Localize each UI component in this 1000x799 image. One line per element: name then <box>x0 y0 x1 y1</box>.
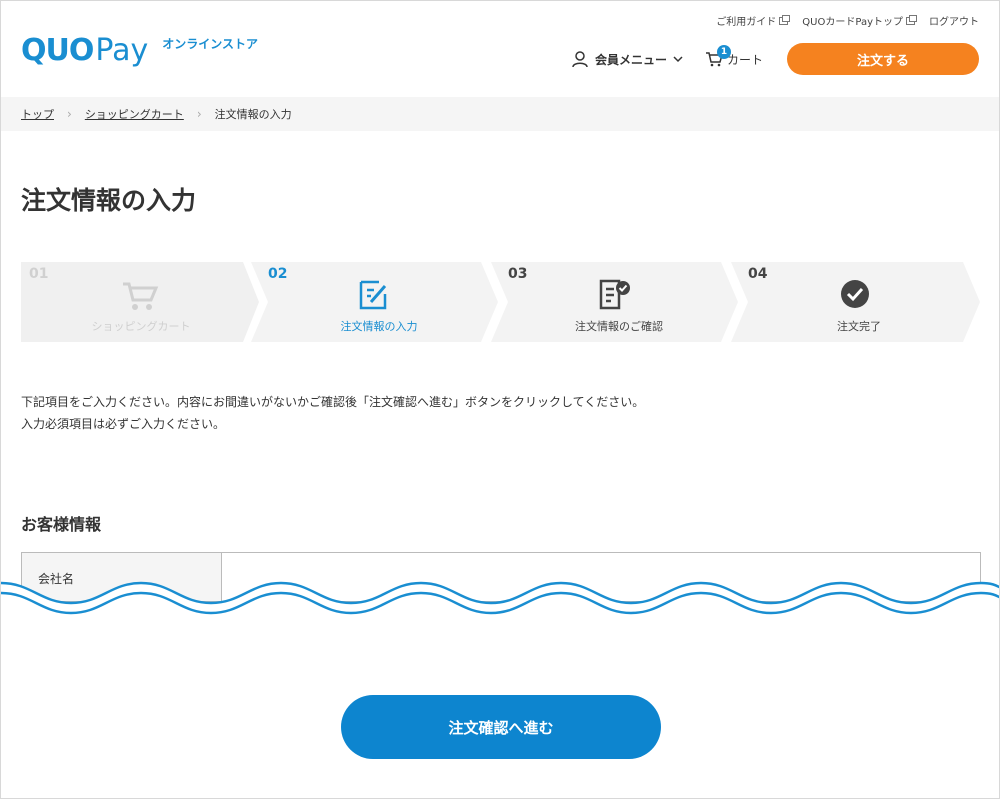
logo-store-label: オンラインストア <box>162 37 259 51</box>
cart-link[interactable]: 1 カート <box>705 44 763 68</box>
page-title: 注文情報の入力 <box>21 186 197 215</box>
member-menu[interactable]: 会員メニュー <box>571 50 683 68</box>
guide-link[interactable]: ご利用ガイド <box>716 13 791 28</box>
breadcrumb-current: 注文情報の入力 <box>214 108 292 121</box>
step-label: 注文情報の入力 <box>340 320 418 333</box>
cart-label: カート <box>726 52 763 67</box>
logo-quo: QUO <box>21 33 94 68</box>
cart-count-badge: 1 <box>716 44 731 59</box>
step-number: 03 <box>508 266 528 282</box>
step-number: 01 <box>29 266 49 282</box>
page: ご利用ガイド QUOカードPayトップ ログアウト QUO Pay オンラインス… <box>0 0 1000 799</box>
wavy-divider <box>1 581 999 641</box>
chevron-down-icon <box>673 56 683 63</box>
header-actions: 会員メニュー 1 カート 注文する <box>571 43 979 75</box>
cart-icon <box>123 282 159 310</box>
chevron-right-icon: › <box>67 107 72 121</box>
site-logo[interactable]: QUO Pay オンラインストア <box>21 35 258 66</box>
logout-link[interactable]: ログアウト <box>929 13 979 28</box>
step-number: 04 <box>748 266 768 282</box>
utility-links: ご利用ガイド QUOカードPayトップ ログアウト <box>716 13 979 28</box>
member-menu-label: 会員メニュー <box>594 52 667 67</box>
edit-form-icon <box>359 280 387 310</box>
external-link-icon <box>779 14 791 25</box>
order-button[interactable]: 注文する <box>787 43 979 75</box>
step-confirm: 03 注文情報のご確認 <box>491 262 741 342</box>
document-check-icon <box>599 279 630 310</box>
step-cart: 01 ショッピングカート <box>21 262 261 342</box>
intro-line-1: 下記項目をご入力ください。内容にお間違いがないかご確認後「注文確認へ進む」ボタン… <box>21 395 645 409</box>
progress-steps: 01 ショッピングカート 02 注文情報の入力 03 注文情報のご確認 04 注… <box>21 262 981 342</box>
step-number: 02 <box>268 266 288 282</box>
step-complete: 04 注文完了 <box>731 262 981 342</box>
step-label: ショッピングカート <box>91 320 191 333</box>
breadcrumb-top[interactable]: トップ <box>21 106 54 122</box>
intro-line-2: 入力必須項目は必ずご入力ください。 <box>21 417 226 431</box>
quocard-top-link[interactable]: QUOカードPayトップ <box>802 13 917 28</box>
intro-text: 下記項目をご入力ください。内容にお間違いがないかご確認後「注文確認へ進む」ボタン… <box>21 391 644 435</box>
customer-info-heading: お客様情報 <box>21 515 102 534</box>
step-label: 注文情報のご確認 <box>575 320 663 333</box>
breadcrumb: トップ › ショッピングカート › 注文情報の入力 <box>1 97 999 131</box>
user-icon <box>572 51 588 68</box>
breadcrumb-cart[interactable]: ショッピングカート <box>85 106 184 122</box>
proceed-to-confirm-button[interactable]: 注文確認へ進む <box>341 695 661 759</box>
check-circle-icon <box>841 280 869 308</box>
step-input: 02 注文情報の入力 <box>251 262 501 342</box>
logo-pay: Pay <box>95 33 149 68</box>
chevron-right-icon: › <box>196 107 202 121</box>
logout-label: ログアウト <box>929 17 979 28</box>
quocard-top-label: QUOカードPayトップ <box>802 17 903 28</box>
guide-link-label: ご利用ガイド <box>716 17 777 28</box>
step-label: 注文完了 <box>837 320 881 333</box>
external-link-icon <box>906 14 917 25</box>
